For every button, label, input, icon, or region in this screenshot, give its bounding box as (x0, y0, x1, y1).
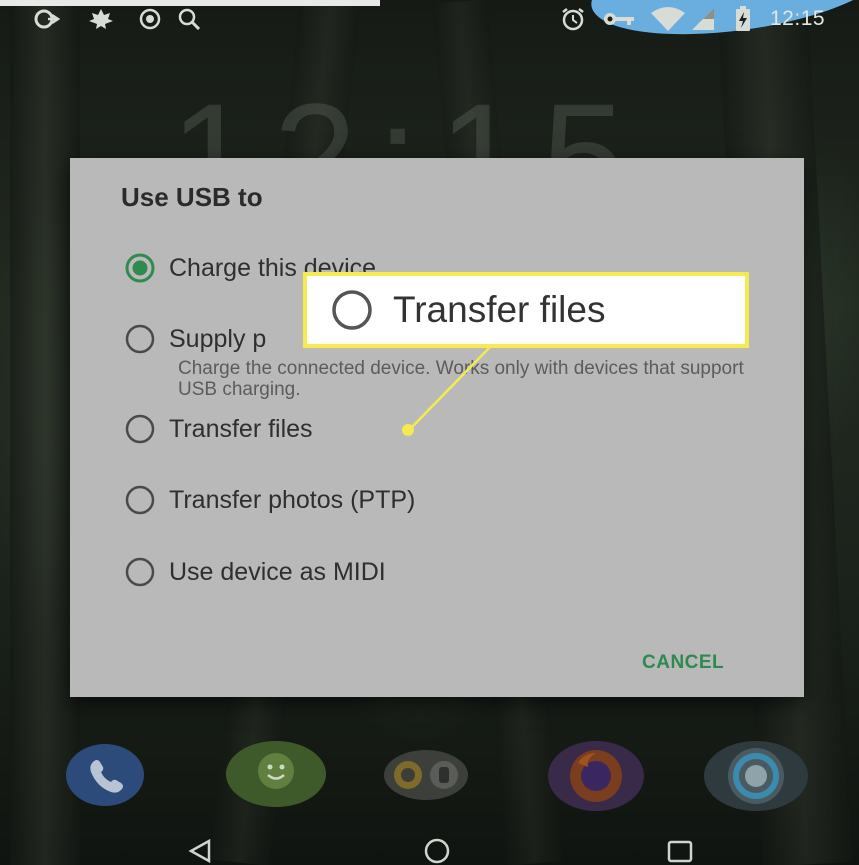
wifi-icon (650, 7, 686, 31)
link-icon (34, 8, 64, 30)
option-label: Supply p (169, 324, 267, 353)
dialog-title: Use USB to (121, 182, 263, 212)
callout-label: Transfer files (393, 289, 606, 330)
camera-icon[interactable] (384, 750, 468, 800)
option-description: Charge the connected device. Works only … (178, 358, 744, 400)
radio-unselected-icon[interactable] (123, 322, 157, 356)
lock-screen: 12:15 12:15 Use USB to Charge this devic (0, 0, 859, 865)
phone-icon[interactable] (66, 744, 144, 806)
back-icon[interactable] (185, 838, 215, 864)
option-label: Use device as MIDI (169, 557, 386, 586)
usb-options-dialog: Use USB to Charge this device Supply p C… (70, 158, 804, 697)
home-icon[interactable] (422, 838, 452, 864)
radio-unselected-icon[interactable] (123, 483, 157, 517)
key-icon (602, 8, 636, 30)
cancel-button[interactable]: CANCEL (642, 652, 724, 674)
messenger-icon[interactable] (226, 741, 326, 807)
radio-unselected-icon[interactable] (123, 555, 157, 589)
radio-unselected-icon[interactable] (123, 412, 157, 446)
option-label: Transfer files (169, 414, 313, 443)
leaf-icon (88, 8, 114, 30)
callout-transfer-files: Transfer files (303, 272, 749, 348)
recents-icon[interactable] (665, 838, 695, 864)
firefox-icon[interactable] (548, 741, 644, 811)
chrome-icon[interactable] (704, 741, 808, 811)
option-supply-power[interactable]: Supply p (123, 324, 266, 354)
search-icon (178, 8, 202, 30)
alarm-icon (560, 8, 586, 31)
record-icon (138, 8, 162, 30)
radio-unselected-icon (332, 290, 372, 330)
option-label: Transfer photos (PTP) (169, 485, 416, 514)
radio-selected-icon[interactable] (123, 251, 157, 285)
option-transfer-files[interactable]: Transfer files (123, 414, 313, 444)
signal-icon (690, 8, 716, 30)
battery-charging-icon (735, 6, 751, 31)
status-bar: 12:15 (0, 0, 859, 40)
status-time: 12:15 (770, 7, 826, 30)
option-use-as-midi[interactable]: Use device as MIDI (123, 557, 386, 587)
option-transfer-photos[interactable]: Transfer photos (PTP) (123, 485, 415, 515)
